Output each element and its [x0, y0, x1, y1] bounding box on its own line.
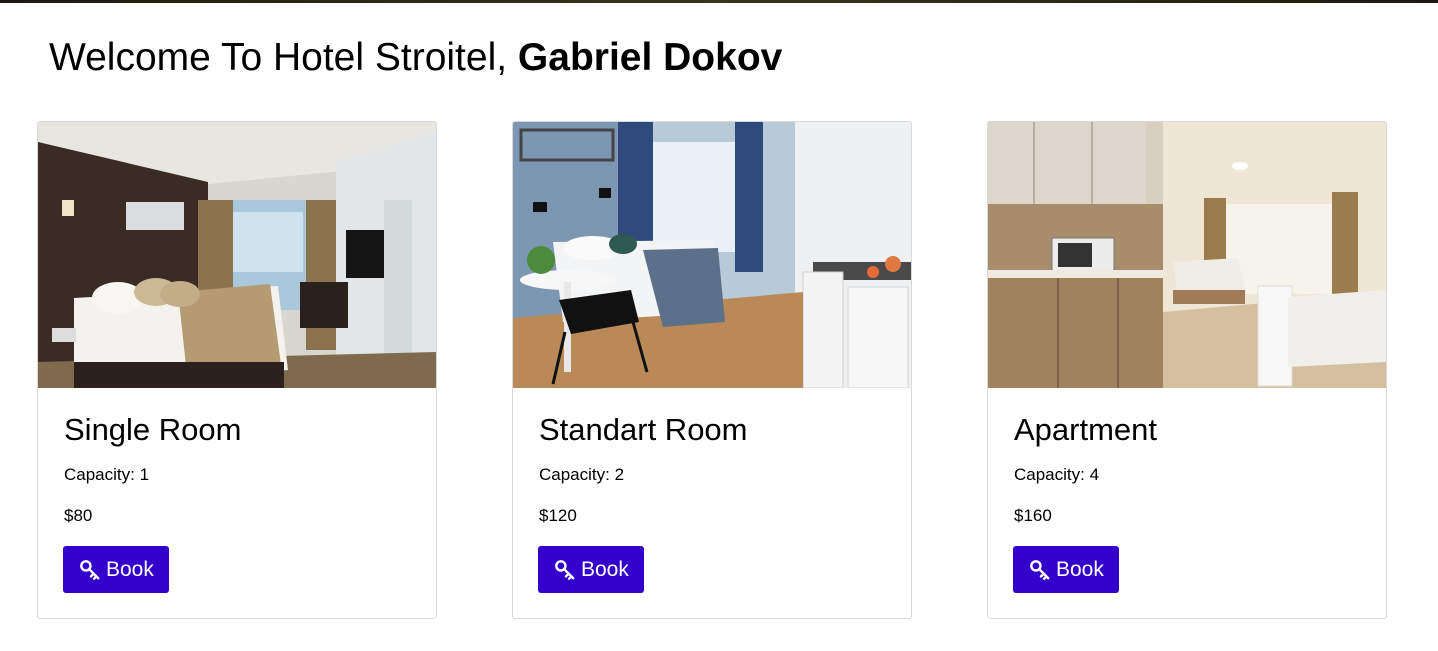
book-button-label: Book — [106, 557, 154, 581]
page-title: Welcome To Hotel Stroitel, Gabriel Dokov — [49, 36, 782, 80]
capacity-value: 1 — [139, 465, 150, 484]
capacity-label: Capacity: — [1014, 465, 1085, 484]
key-icon — [79, 559, 101, 581]
room-capacity: Capacity: 4 — [1014, 465, 1099, 485]
guest-name: Gabriel Dokov — [517, 36, 783, 79]
capacity-label: Capacity: — [64, 465, 135, 484]
room-price: $80 — [64, 506, 93, 525]
room-price: $120 — [539, 506, 577, 525]
top-banner-strip — [0, 0, 1438, 3]
room-photo-single — [38, 122, 436, 388]
room-name: Apartment — [1014, 412, 1158, 447]
room-price: $160 — [1014, 506, 1052, 525]
room-photo-apartment — [988, 122, 1386, 388]
capacity-label: Capacity: — [539, 465, 610, 484]
room-card-apartment: Apartment Capacity: 4 $160 Book — [987, 121, 1387, 619]
welcome-text: Welcome To Hotel Stroitel, — [49, 36, 518, 79]
book-button-single[interactable]: Book — [63, 546, 169, 593]
capacity-value: 2 — [614, 465, 625, 484]
book-button-standart[interactable]: Book — [538, 546, 644, 593]
key-icon — [1029, 559, 1051, 581]
room-card-standart: Standart Room Capacity: 2 $120 Book — [512, 121, 912, 619]
room-name: Standart Room — [539, 412, 748, 447]
book-button-label: Book — [581, 557, 629, 581]
book-button-label: Book — [1056, 557, 1104, 581]
room-capacity: Capacity: 1 — [64, 465, 149, 485]
book-button-apartment[interactable]: Book — [1013, 546, 1119, 593]
key-icon — [554, 559, 576, 581]
room-name: Single Room — [64, 412, 242, 447]
room-capacity: Capacity: 2 — [539, 465, 624, 485]
room-photo-standart — [513, 122, 911, 388]
room-card-single: Single Room Capacity: 1 $80 Book — [37, 121, 437, 619]
capacity-value: 4 — [1089, 465, 1100, 484]
